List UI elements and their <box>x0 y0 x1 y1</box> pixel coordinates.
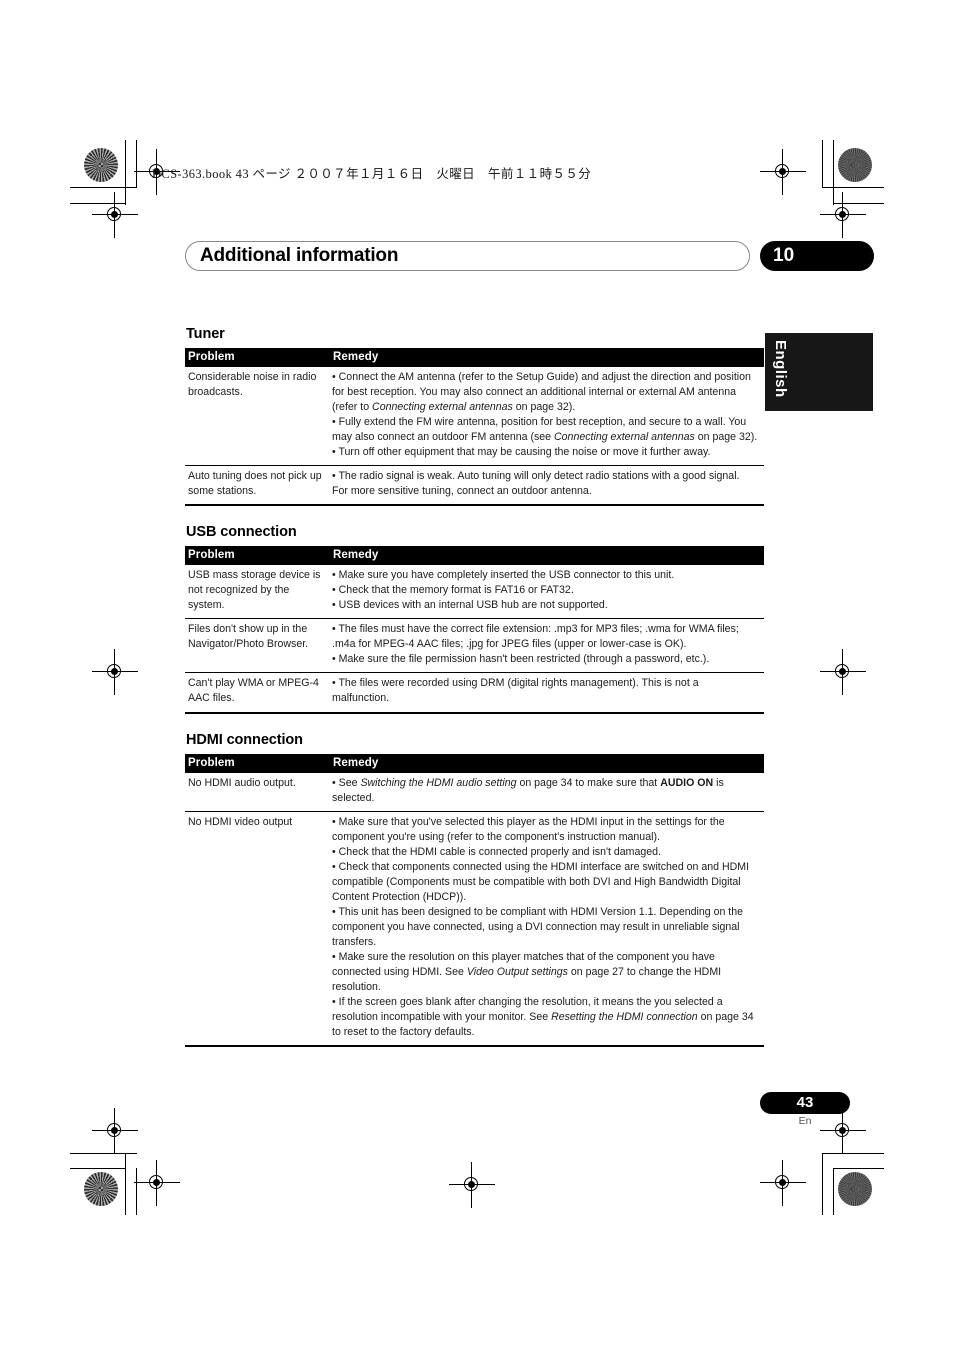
table-row: No HDMI audio output. • See Switching the… <box>185 772 764 812</box>
troubleshooting-table: Problem Remedy Considerable noise in radio… <box>185 348 764 507</box>
density-patch-top-left <box>84 148 118 182</box>
crop-line <box>822 187 884 189</box>
remedy-cell: • See Switching the HDMI audio setting o… <box>330 772 764 812</box>
crop-line <box>833 1168 884 1170</box>
crop-line <box>125 1153 127 1215</box>
page-title: Additional information <box>200 245 399 266</box>
problem-cell: No HDMI video output <box>185 811 330 1048</box>
column-header-problem: Problem <box>185 546 330 566</box>
registration-mark <box>449 1162 495 1208</box>
density-patch-top-right <box>838 148 872 182</box>
registration-mark <box>820 649 866 695</box>
registration-mark <box>92 649 138 695</box>
crop-line <box>822 1153 824 1215</box>
remedy-cell: • Make sure that you've selected this pl… <box>330 811 764 1048</box>
table-row: Files don't show up in the Navigator/Pho… <box>185 618 764 674</box>
crop-line <box>822 1153 884 1155</box>
crop-line <box>70 1153 137 1155</box>
registration-mark <box>92 1108 138 1154</box>
problem-cell: Considerable noise in radio broadcasts. <box>185 367 330 467</box>
table-row: No HDMI video output • Make sure that you… <box>185 811 764 1048</box>
section-title: USB connection <box>186 524 297 541</box>
table-row: Considerable noise in radio broadcasts. •… <box>185 367 764 467</box>
troubleshooting-table: Problem Remedy USB mass storage device is … <box>185 546 764 714</box>
crop-line <box>70 1168 126 1170</box>
column-header-remedy: Remedy <box>330 546 764 566</box>
crop-line <box>125 140 127 205</box>
registration-mark <box>92 192 138 238</box>
section-title: Tuner <box>186 326 225 342</box>
table-header-row: Problem Remedy <box>185 546 764 566</box>
crop-line <box>136 1168 138 1215</box>
troubleshooting-table: Problem Remedy No HDMI audio output. • See … <box>185 753 764 1048</box>
problem-cell: USB mass storage device is not recognize… <box>185 565 330 620</box>
registration-mark <box>760 1160 806 1206</box>
table-row: USB mass storage device is not recognize… <box>185 565 764 620</box>
column-header-problem: Problem <box>185 753 330 773</box>
remedy-cell: • Connect the AM antenna (refer to the S… <box>330 367 764 467</box>
density-patch-bottom-left <box>84 1172 118 1206</box>
column-header-problem: Problem <box>185 348 330 367</box>
registration-mark <box>134 1160 180 1206</box>
remedy-cell: • The files were recorded using DRM (dig… <box>330 672 764 714</box>
table-row: Auto tuning does not pick up some statio… <box>185 465 764 507</box>
chapter-title-bar: Additional information <box>185 241 750 271</box>
problem-cell: Can't play WMA or MPEG-4 AAC files. <box>185 672 330 714</box>
troubleshooting-content: Tuner Problem Remedy Considerable noise in … <box>185 326 764 1048</box>
column-header-remedy: Remedy <box>330 753 764 773</box>
page-number-badge: 43 <box>760 1092 850 1114</box>
column-header-remedy: Remedy <box>330 348 764 367</box>
problem-cell: Files don't show up in the Navigator/Pho… <box>185 618 330 674</box>
section-title: HDMI connection <box>186 731 303 748</box>
language-side-tab-label: English <box>772 340 789 398</box>
registration-mark <box>760 149 806 195</box>
file-stamp: DCS-363.book 43 ページ ２００７年１月１６日 火曜日 午前１１時… <box>152 167 592 181</box>
problem-cell: Auto tuning does not pick up some statio… <box>185 465 330 507</box>
crop-line <box>833 1168 835 1215</box>
crop-line <box>822 140 824 188</box>
remedy-cell: • The files must have the correct file e… <box>330 618 764 674</box>
crop-line <box>70 187 137 189</box>
table-row: Can't play WMA or MPEG-4 AAC files. • The… <box>185 672 764 714</box>
table-header-row: Problem Remedy <box>185 348 764 367</box>
crop-line <box>136 140 138 188</box>
remedy-cell: • Make sure you have completely inserted… <box>330 565 764 620</box>
table-header-row: Problem Remedy <box>185 753 764 773</box>
remedy-cell: • The radio signal is weak. Auto tuning … <box>330 465 764 507</box>
density-patch-bottom-right <box>838 1172 872 1206</box>
chapter-number-badge: 10 <box>760 241 874 271</box>
crop-line <box>833 140 835 205</box>
language-side-tab: English <box>765 333 873 411</box>
registration-mark <box>820 192 866 238</box>
page-number-suffix: En <box>798 1115 812 1127</box>
problem-cell: No HDMI audio output. <box>185 772 330 812</box>
